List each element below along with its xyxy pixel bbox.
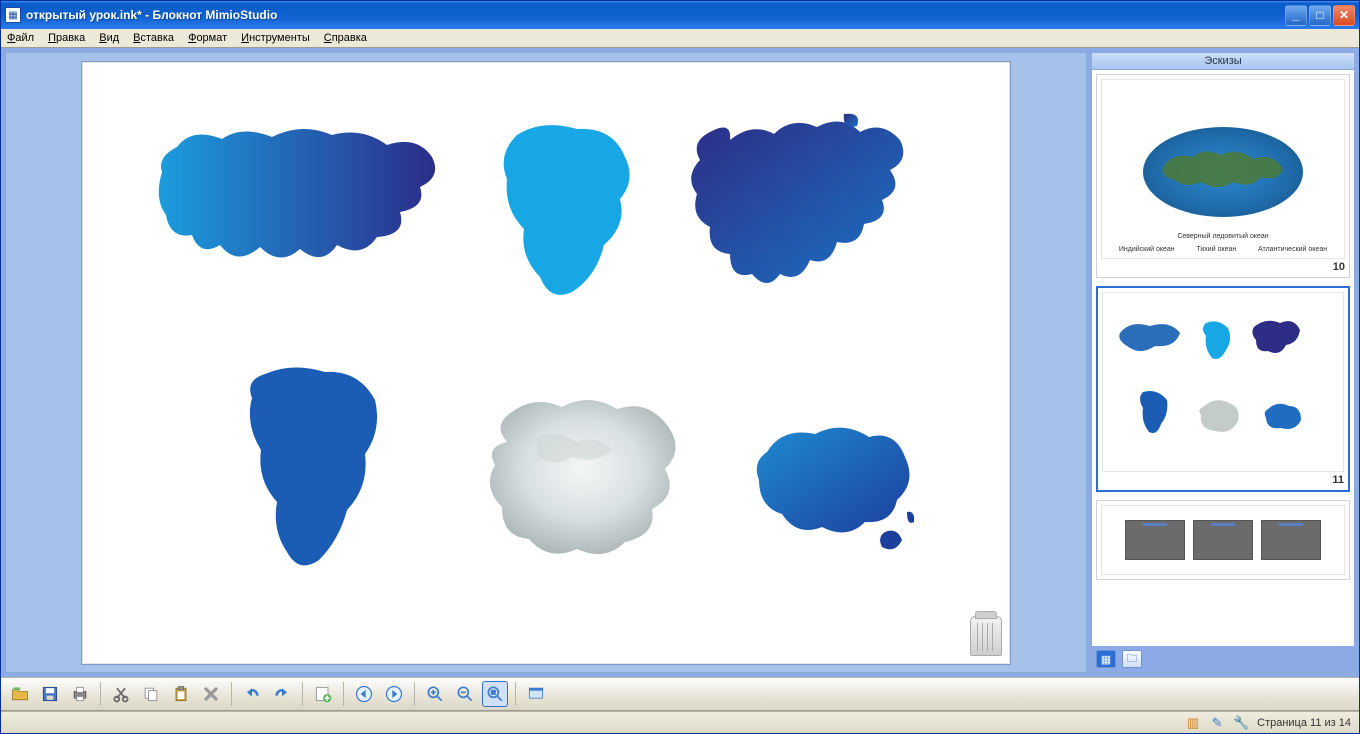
paste-button[interactable] — [168, 681, 194, 707]
status-book-icon[interactable]: ▥ — [1185, 715, 1201, 731]
main-toolbar — [1, 677, 1359, 711]
delete-button[interactable] — [198, 681, 224, 707]
continent-africa[interactable] — [492, 117, 637, 302]
prev-page-button[interactable] — [351, 681, 377, 707]
thumbnail-11[interactable]: 11 — [1096, 286, 1350, 492]
thumbnails-list[interactable]: Северный ледовитый океан Индийский океан… — [1092, 70, 1354, 646]
toolbar-separator — [343, 682, 344, 706]
continent-south-america[interactable] — [237, 362, 382, 572]
thumbnail-10-number: 10 — [1101, 261, 1345, 273]
menu-edit[interactable]: Правка — [48, 32, 85, 44]
menu-help[interactable]: Справка — [324, 32, 367, 44]
thumb10-label-top: Северный ледовитый океан — [1177, 233, 1268, 241]
content-area: Эскизы Северный ледовитый океан — [1, 48, 1359, 677]
undo-button[interactable] — [239, 681, 265, 707]
menu-format[interactable]: Формат — [188, 32, 227, 44]
close-button[interactable]: ✕ — [1333, 5, 1355, 26]
status-wrench-icon[interactable]: 🔧 — [1233, 715, 1249, 731]
app-icon: ▦ — [5, 7, 21, 23]
menu-bar: Файл Правка Вид Вставка Формат Инструмен… — [1, 29, 1359, 48]
toolbar-separator — [414, 682, 415, 706]
thumb10-label-3: Атлантический океан — [1258, 246, 1327, 254]
zoom-in-button[interactable] — [422, 681, 448, 707]
toolbar-separator — [100, 682, 101, 706]
save-button[interactable] — [37, 681, 63, 707]
minimize-button[interactable]: _ — [1285, 5, 1307, 26]
canvas-viewport — [5, 52, 1087, 673]
thumb10-label-2: Тихий океан — [1196, 246, 1236, 254]
maximize-button[interactable]: □ — [1309, 5, 1331, 26]
slide-canvas[interactable] — [81, 61, 1011, 665]
cut-button[interactable] — [108, 681, 134, 707]
toolbar-separator — [515, 682, 516, 706]
redo-button[interactable] — [269, 681, 295, 707]
status-page-indicator: Страница 11 из 14 — [1257, 717, 1351, 729]
next-page-button[interactable] — [381, 681, 407, 707]
new-slide-button[interactable] — [310, 681, 336, 707]
continent-antarctica[interactable] — [477, 387, 687, 562]
window-title: открытый урок.ink* - Блокнот MimioStudio — [26, 8, 277, 22]
title-bar[interactable]: ▦ открытый урок.ink* - Блокнот MimioStud… — [1, 1, 1359, 29]
thumbnail-12[interactable] — [1096, 500, 1350, 580]
thumbnails-panel: Эскизы Северный ледовитый океан — [1091, 52, 1355, 673]
toolbar-separator — [231, 682, 232, 706]
continent-australia[interactable] — [747, 412, 917, 562]
thumb10-label-1: Индийский океан — [1119, 246, 1175, 254]
thumbnail-11-number: 11 — [1102, 474, 1344, 486]
continent-eurasia[interactable] — [152, 117, 442, 272]
status-bar: ▥ ✎ 🔧 Страница 11 из 14 — [1, 711, 1359, 733]
print-button[interactable] — [67, 681, 93, 707]
copy-button[interactable] — [138, 681, 164, 707]
menu-tools[interactable]: Инструменты — [241, 32, 310, 44]
toolbar-separator — [302, 682, 303, 706]
thumbnail-10-preview: Северный ледовитый океан Индийский океан… — [1101, 79, 1345, 259]
menu-insert[interactable]: Вставка — [133, 32, 174, 44]
zoom-out-button[interactable] — [452, 681, 478, 707]
gallery-view-button[interactable]: 🗀 — [1122, 650, 1142, 668]
continent-north-america[interactable] — [682, 112, 912, 292]
thumbnail-10[interactable]: Северный ледовитый океан Индийский океан… — [1096, 74, 1350, 278]
thumbnails-panel-tabs: ▦ 🗀 — [1092, 646, 1354, 672]
thumbnails-view-button[interactable]: ▦ — [1096, 650, 1116, 668]
status-pen-icon[interactable]: ✎ — [1209, 715, 1225, 731]
thumbnail-11-preview — [1102, 292, 1344, 472]
zoom-fit-button[interactable] — [482, 681, 508, 707]
menu-file[interactable]: Файл — [7, 32, 34, 44]
fullscreen-button[interactable] — [523, 681, 549, 707]
thumbnails-panel-title: Эскизы — [1092, 53, 1354, 70]
trash-icon[interactable] — [970, 616, 1002, 656]
thumbnail-12-preview — [1101, 505, 1345, 575]
app-window: ▦ открытый урок.ink* - Блокнот MimioStud… — [0, 0, 1360, 734]
menu-view[interactable]: Вид — [99, 32, 119, 44]
open-button[interactable] — [7, 681, 33, 707]
